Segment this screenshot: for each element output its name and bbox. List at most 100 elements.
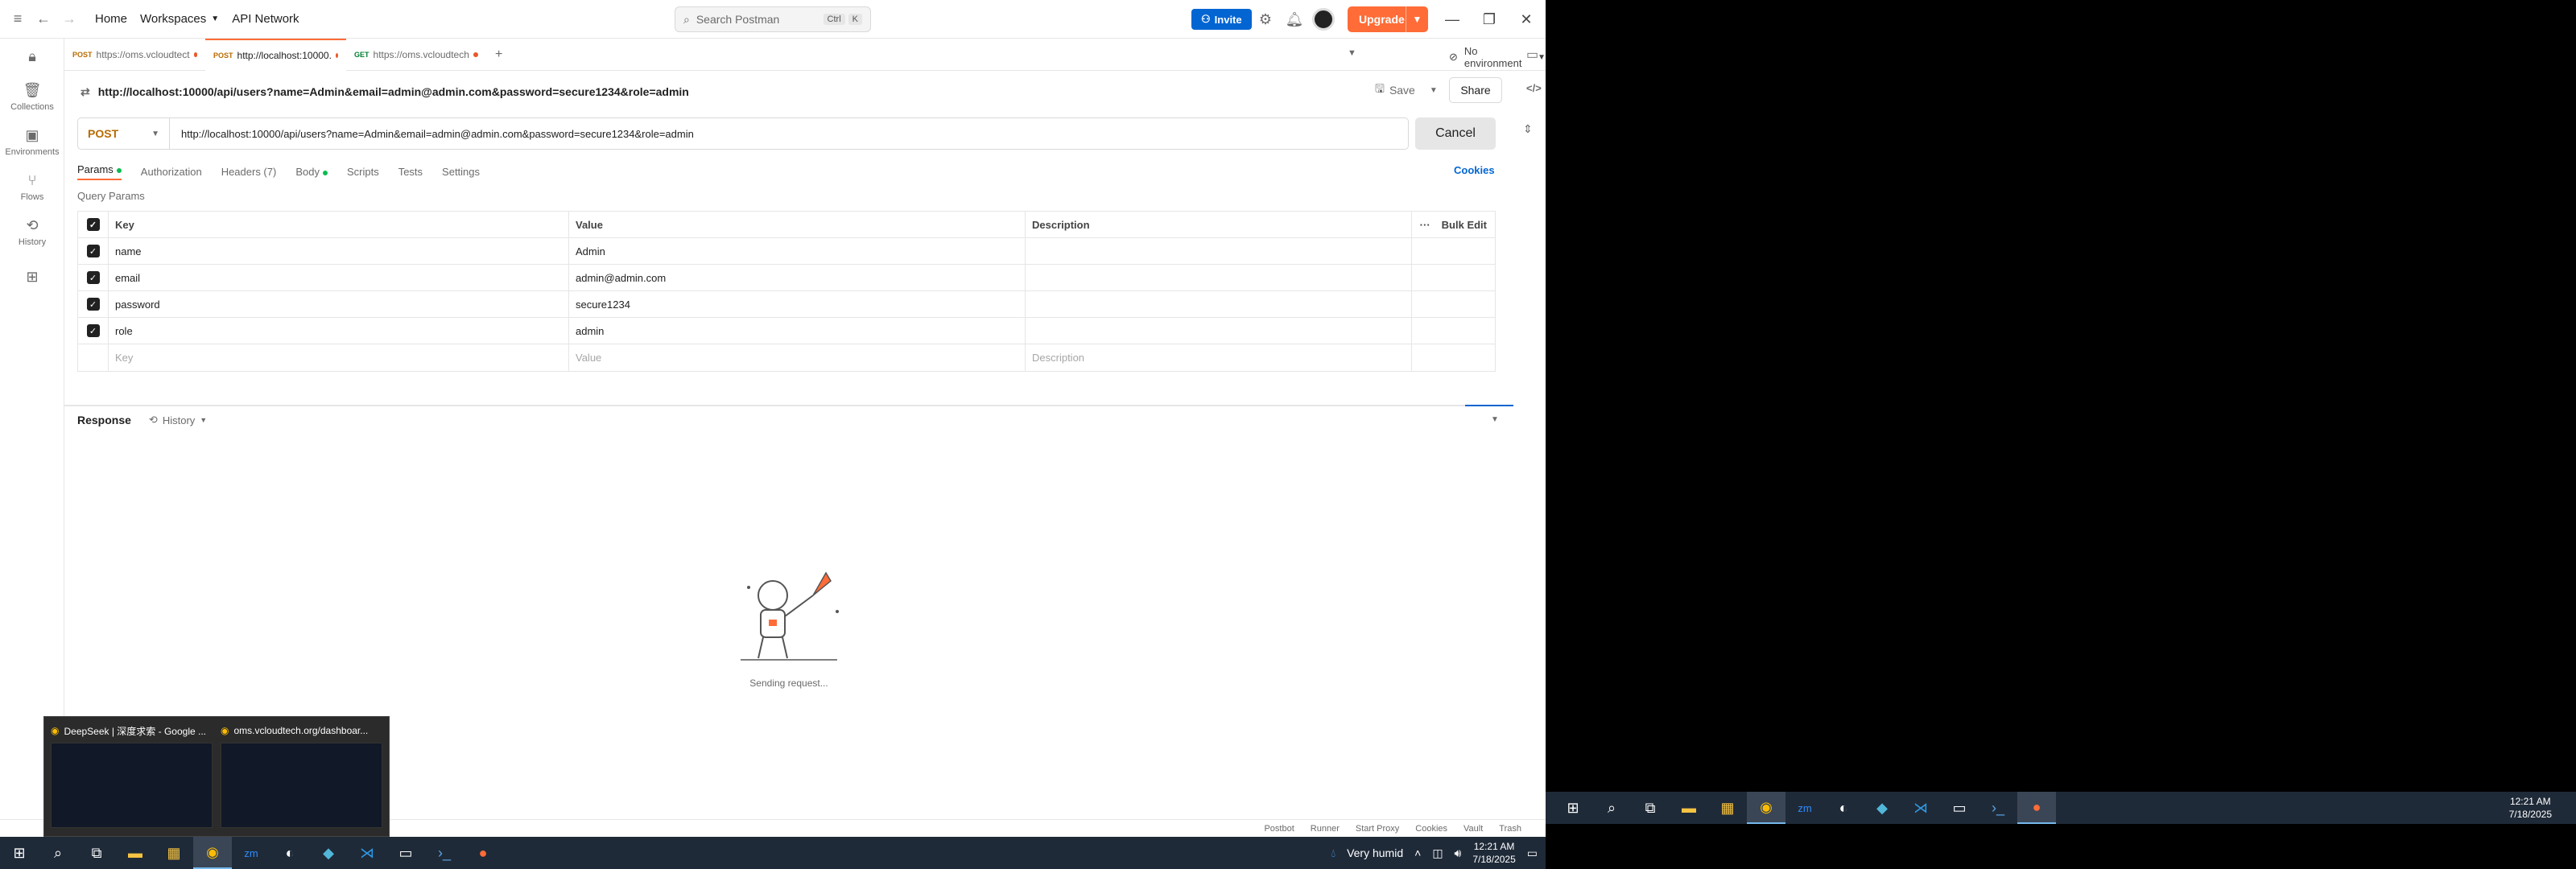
search-icon[interactable]: ⌕ <box>1592 792 1631 824</box>
thumbnail-deepseek[interactable]: ◉ DeepSeek | 深度求索 - Google ... <box>51 723 213 828</box>
powershell-icon[interactable]: ›_ <box>1979 792 2017 824</box>
lock-icon[interactable]: 🔒︎ <box>0 39 64 74</box>
store-icon[interactable]: ▦ <box>1708 792 1747 824</box>
chevron-down-icon[interactable]: ▼ <box>1406 6 1428 32</box>
tab-request-3[interactable]: GET https://oms.vcloudtech <box>346 39 487 71</box>
maximize-icon[interactable]: ❐ <box>1478 8 1501 31</box>
request-title[interactable]: http://localhost:10000/api/users?name=Ad… <box>98 85 689 98</box>
param-value[interactable]: admin <box>569 318 1026 344</box>
tab-tests[interactable]: Tests <box>398 166 423 178</box>
param-description[interactable] <box>1026 265 1412 290</box>
search-input[interactable]: ⌕ Search Postman Ctrl K <box>675 6 871 32</box>
workspaces-menu[interactable]: Workspaces ▼ <box>140 12 219 26</box>
param-key[interactable]: name <box>109 238 569 264</box>
tab-scripts[interactable]: Scripts <box>347 166 379 178</box>
app-icon[interactable]: ◆ <box>1863 792 1901 824</box>
param-key[interactable]: password <box>109 291 569 317</box>
new-tab-button[interactable]: + <box>487 39 516 71</box>
search-icon[interactable]: ⌕ <box>39 837 77 869</box>
weather-label[interactable]: Very humid <box>1347 846 1403 859</box>
upgrade-button[interactable]: Upgrade ▼ <box>1348 6 1428 32</box>
tab-settings[interactable]: Settings <box>442 166 480 178</box>
thumbnail-oms[interactable]: ◉ oms.vcloudtech.org/dashboar... <box>221 723 382 828</box>
param-value[interactable]: secure1234 <box>569 291 1026 317</box>
store-icon[interactable]: ▦ <box>155 837 193 869</box>
chevron-down-icon[interactable]: ▼ <box>1348 48 1356 58</box>
sidebar-item-environments[interactable]: ▣ Environments <box>0 119 64 164</box>
tab-request-2[interactable]: POST http://localhost:10000. <box>205 38 346 71</box>
tab-body[interactable]: Body <box>295 166 328 178</box>
sidebar-item-collections[interactable]: 🗑︎ Collections <box>0 74 64 119</box>
vscode-icon[interactable]: ⋊ <box>348 837 386 869</box>
zoom-icon[interactable]: zm <box>232 837 270 869</box>
home-link[interactable]: Home <box>95 12 127 26</box>
select-all-checkbox[interactable]: ✓ <box>78 212 109 237</box>
task-view-icon[interactable]: ⧉ <box>1631 792 1670 824</box>
info-icon[interactable]: ⇕ <box>1523 122 1533 136</box>
postman-icon[interactable]: ● <box>2017 792 2056 824</box>
row-checkbox[interactable]: ✓ <box>78 265 109 290</box>
row-checkbox[interactable]: ✓ <box>78 318 109 344</box>
save-button[interactable]: 🖫︎ Save ▼ <box>1375 80 1438 100</box>
avatar[interactable] <box>1312 8 1335 31</box>
minimize-icon[interactable]: — <box>1441 8 1463 31</box>
app-icon[interactable]: ◐ <box>1824 792 1863 824</box>
statusbar-cookies[interactable]: Cookies <box>1415 824 1447 834</box>
close-icon[interactable]: ✕ <box>1515 8 1538 31</box>
app-icon[interactable]: ◐ <box>270 837 309 869</box>
param-value[interactable]: admin@admin.com <box>569 265 1026 290</box>
more-icon[interactable]: ··· <box>1420 219 1430 231</box>
row-checkbox[interactable]: ✓ <box>78 291 109 317</box>
new-description-input[interactable]: Description <box>1026 344 1412 371</box>
tab-authorization[interactable]: Authorization <box>141 166 202 178</box>
windows-start-icon[interactable]: ⊞ <box>0 837 39 869</box>
chrome-icon[interactable]: ◉ <box>193 837 232 869</box>
vscode-icon[interactable]: ⋊ <box>1901 792 1940 824</box>
file-explorer-icon[interactable]: ▬ <box>1670 792 1708 824</box>
menu-icon[interactable]: ≡ <box>5 6 31 32</box>
app-icon[interactable]: ◆ <box>309 837 348 869</box>
statusbar-postbot[interactable]: Postbot <box>1264 824 1294 834</box>
param-value[interactable]: Admin <box>569 238 1026 264</box>
cancel-button[interactable]: Cancel <box>1415 117 1496 150</box>
chrome-icon[interactable]: ◉ <box>1747 792 1785 824</box>
url-input[interactable]: http://localhost:10000/api/users?name=Ad… <box>170 128 694 140</box>
code-icon[interactable]: </> <box>1526 82 1542 94</box>
new-value-input[interactable]: Value <box>569 344 1026 371</box>
tab-request-1[interactable]: POST https://oms.vcloudtect <box>64 39 205 71</box>
gear-icon[interactable]: ⚙ <box>1253 6 1278 32</box>
row-checkbox[interactable]: ✓ <box>78 238 109 264</box>
file-explorer-icon[interactable]: ▬ <box>116 837 155 869</box>
statusbar-runner[interactable]: Runner <box>1311 824 1340 834</box>
param-key[interactable]: role <box>109 318 569 344</box>
zoom-icon[interactable]: zm <box>1785 792 1824 824</box>
network-icon[interactable]: ◫ <box>1432 846 1443 860</box>
volume-icon[interactable]: 🔊︎ <box>1455 846 1462 860</box>
param-key[interactable]: email <box>109 265 569 290</box>
statusbar-start-proxy[interactable]: Start Proxy <box>1356 824 1399 834</box>
statusbar-vault[interactable]: Vault <box>1463 824 1483 834</box>
invite-button[interactable]: ⚇ Invite <box>1191 9 1252 30</box>
sidebar-item-flows[interactable]: ⑂ Flows <box>0 164 64 209</box>
terminal-icon[interactable]: ▭ <box>386 837 425 869</box>
terminal-icon[interactable]: ▭ <box>1940 792 1979 824</box>
tab-params[interactable]: Params <box>77 163 122 180</box>
param-description[interactable] <box>1026 291 1412 317</box>
bell-icon[interactable]: 🔔︎ <box>1282 6 1307 32</box>
sidebar-item-history[interactable]: ⟲ History <box>0 209 64 254</box>
task-view-icon[interactable]: ⧉ <box>77 837 116 869</box>
chevron-down-icon[interactable]: ▼ <box>1491 415 1499 424</box>
windows-start-icon[interactable]: ⊞ <box>1554 792 1592 824</box>
method-select[interactable]: POST ▼ <box>78 118 170 149</box>
bulk-edit-button[interactable]: Bulk Edit <box>1442 219 1487 231</box>
param-description[interactable] <box>1026 238 1412 264</box>
statusbar-trash[interactable]: Trash <box>1499 824 1521 834</box>
forward-arrow-icon[interactable]: → <box>56 6 82 32</box>
back-arrow-icon[interactable]: ← <box>31 6 56 32</box>
clock[interactable]: 12:21 AM 7/18/2025 <box>2509 795 2552 821</box>
param-description[interactable] <box>1026 318 1412 344</box>
new-key-input[interactable]: Key <box>109 344 569 371</box>
pane-divider[interactable] <box>64 405 1513 406</box>
clock[interactable]: 12:21 AM 7/18/2025 <box>1472 840 1515 866</box>
tray-chevron-icon[interactable]: ˄ <box>1414 846 1421 859</box>
